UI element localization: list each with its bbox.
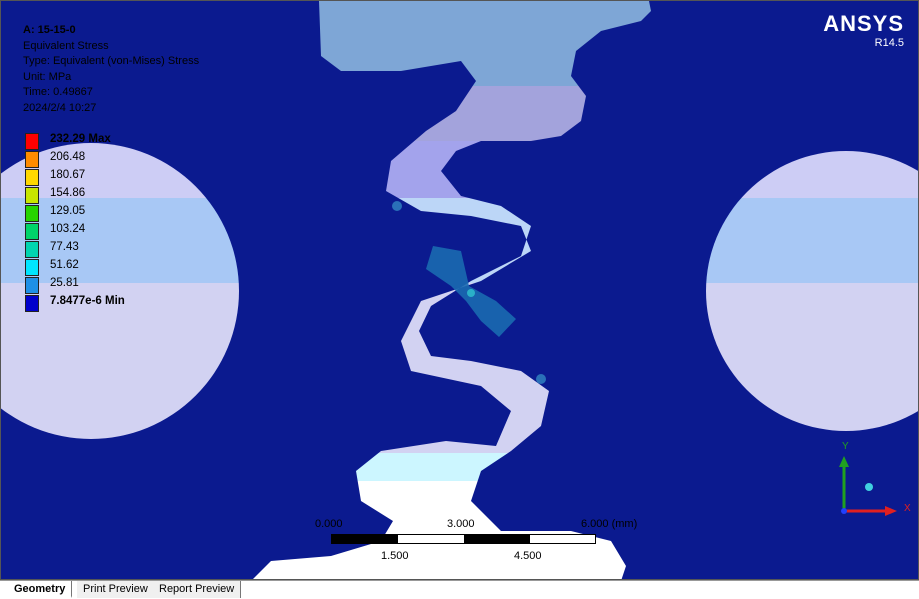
legend-swatch bbox=[25, 223, 39, 240]
legend-swatch bbox=[25, 277, 39, 294]
legend-label: 154.86 bbox=[50, 187, 86, 199]
result-date: 2024/2/4 10:27 bbox=[23, 101, 97, 114]
version-label: R14.5 bbox=[874, 37, 904, 49]
legend-label: 77.43 bbox=[50, 241, 79, 253]
right-roller bbox=[706, 151, 918, 431]
result-type: Equivalent Stress bbox=[23, 39, 109, 52]
legend-swatch bbox=[25, 169, 39, 186]
legend-swatch bbox=[25, 205, 39, 222]
tab-print-preview[interactable]: Print Preview bbox=[77, 581, 155, 598]
result-title: A: 15-15-0 bbox=[23, 24, 76, 36]
legend-label: 51.62 bbox=[50, 259, 79, 271]
scale-label: 4.500 bbox=[514, 550, 542, 562]
legend-label: 129.05 bbox=[50, 205, 86, 217]
legend-label: 7.8477e-6 Min bbox=[50, 295, 125, 307]
view-tabs: Geometry Print Preview Report Preview bbox=[0, 580, 919, 599]
scale-label: 3.000 bbox=[447, 518, 475, 530]
result-unit: Unit: MPa bbox=[23, 70, 72, 83]
legend-swatch bbox=[25, 151, 39, 168]
legend-swatch bbox=[25, 187, 39, 204]
axis-triad bbox=[839, 456, 897, 516]
result-info: A: 15-15-0 Equivalent Stress Type: Equiv… bbox=[23, 23, 199, 116]
legend-label: 180.67 bbox=[50, 169, 86, 181]
x-axis-label: X bbox=[904, 503, 911, 514]
scale-bar bbox=[331, 534, 596, 544]
scale-label: 0.000 bbox=[315, 518, 343, 530]
result-time: Time: 0.49867 bbox=[23, 86, 93, 98]
legend-label: 103.24 bbox=[50, 223, 86, 235]
legend-swatch bbox=[25, 259, 39, 276]
legend-swatch bbox=[25, 295, 39, 312]
legend-label: 206.48 bbox=[50, 151, 86, 163]
legend-label: 25.81 bbox=[50, 277, 79, 289]
result-subtype: Type: Equivalent (von-Mises) Stress bbox=[23, 55, 200, 67]
legend-label: 232.29 Max bbox=[50, 133, 111, 145]
ansys-logo: ANSYS bbox=[823, 11, 904, 36]
graphics-viewport[interactable]: A: 15-15-0 Equivalent Stress Type: Equiv… bbox=[0, 0, 919, 580]
scale-label: 1.500 bbox=[381, 550, 409, 562]
brand: ANSYS R14.5 bbox=[823, 11, 904, 49]
legend-swatch bbox=[25, 133, 39, 150]
tab-report-preview[interactable]: Report Preview bbox=[153, 581, 242, 598]
tab-geometry[interactable]: Geometry bbox=[8, 581, 73, 598]
y-axis-label: Y bbox=[842, 441, 849, 452]
scale-label: 6.000 (mm) bbox=[581, 518, 638, 530]
legend-swatch bbox=[25, 241, 39, 258]
